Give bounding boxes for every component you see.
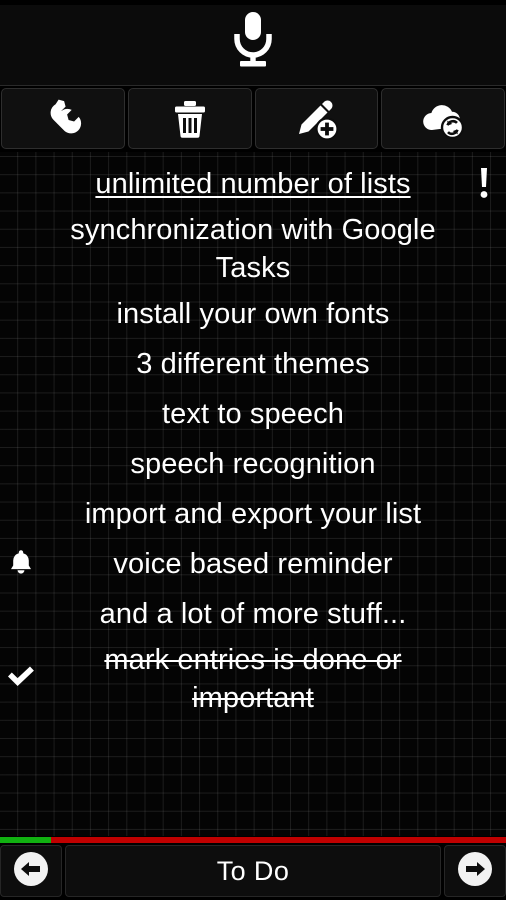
list-item-priority-icon[interactable] — [470, 166, 498, 205]
settings-button[interactable] — [1, 88, 125, 149]
list-item-status-icon[interactable] — [6, 664, 36, 696]
pencil-plus-icon — [294, 98, 339, 140]
bottom-navigation-bar: To Do — [0, 843, 506, 900]
current-list-title: To Do — [216, 855, 290, 886]
list-item[interactable]: text to speech — [0, 390, 506, 440]
list-item-label: synchronization with Google Tasks — [70, 214, 436, 284]
header-bar — [0, 0, 506, 86]
list-item[interactable]: voice based reminder — [0, 540, 506, 590]
microphone-button[interactable] — [213, 6, 293, 80]
list-item-status-icon[interactable] — [6, 549, 36, 581]
list-item[interactable]: 3 different themes — [0, 340, 506, 390]
arrow-right-circle-icon — [455, 849, 495, 894]
list-item[interactable]: and a lot of more stuff... — [0, 590, 506, 640]
list-item-label: unlimited number of lists — [95, 168, 411, 200]
list-item[interactable]: import and export your list — [0, 490, 506, 540]
add-entry-button[interactable] — [254, 88, 379, 149]
list-item-label: text to speech — [162, 397, 344, 430]
cloud-sync-icon — [420, 99, 466, 139]
list-board[interactable]: unlimited number of lists synchronization… — [0, 152, 506, 836]
delete-button[interactable] — [127, 88, 252, 149]
current-list-title-button[interactable]: To Do — [65, 845, 441, 897]
wrench-icon — [42, 98, 84, 140]
list-item[interactable]: speech recognition — [0, 440, 506, 490]
progress-done-segment — [0, 837, 51, 843]
list-item-label: install your own fonts — [116, 297, 390, 330]
next-list-button[interactable] — [444, 845, 506, 897]
progress-bar — [0, 836, 506, 843]
list-item[interactable]: install your own fonts — [0, 290, 506, 340]
list-item-label: and a lot of more stuff... — [99, 597, 407, 630]
list-item-label: voice based reminder — [113, 547, 393, 580]
check-icon — [6, 664, 36, 695]
arrow-left-circle-icon — [11, 849, 51, 894]
list-item[interactable]: mark entries is done or important — [0, 640, 506, 720]
trash-icon — [170, 98, 210, 140]
toolbar — [0, 86, 506, 152]
exclamation-icon — [477, 166, 491, 205]
list-item-label: speech recognition — [130, 447, 376, 480]
list-item[interactable]: synchronization with Google Tasks — [0, 210, 506, 290]
list-item-label: mark entries is done or important — [104, 643, 402, 714]
previous-list-button[interactable] — [0, 845, 62, 897]
sync-button[interactable] — [381, 88, 505, 149]
bell-icon — [8, 548, 34, 581]
list-item-label: 3 different themes — [136, 347, 370, 380]
todo-app-screen: unlimited number of lists synchronization… — [0, 0, 506, 900]
microphone-icon — [229, 10, 277, 75]
list-item-label: import and export your list — [84, 497, 422, 530]
list-item[interactable]: unlimited number of lists — [0, 160, 506, 210]
